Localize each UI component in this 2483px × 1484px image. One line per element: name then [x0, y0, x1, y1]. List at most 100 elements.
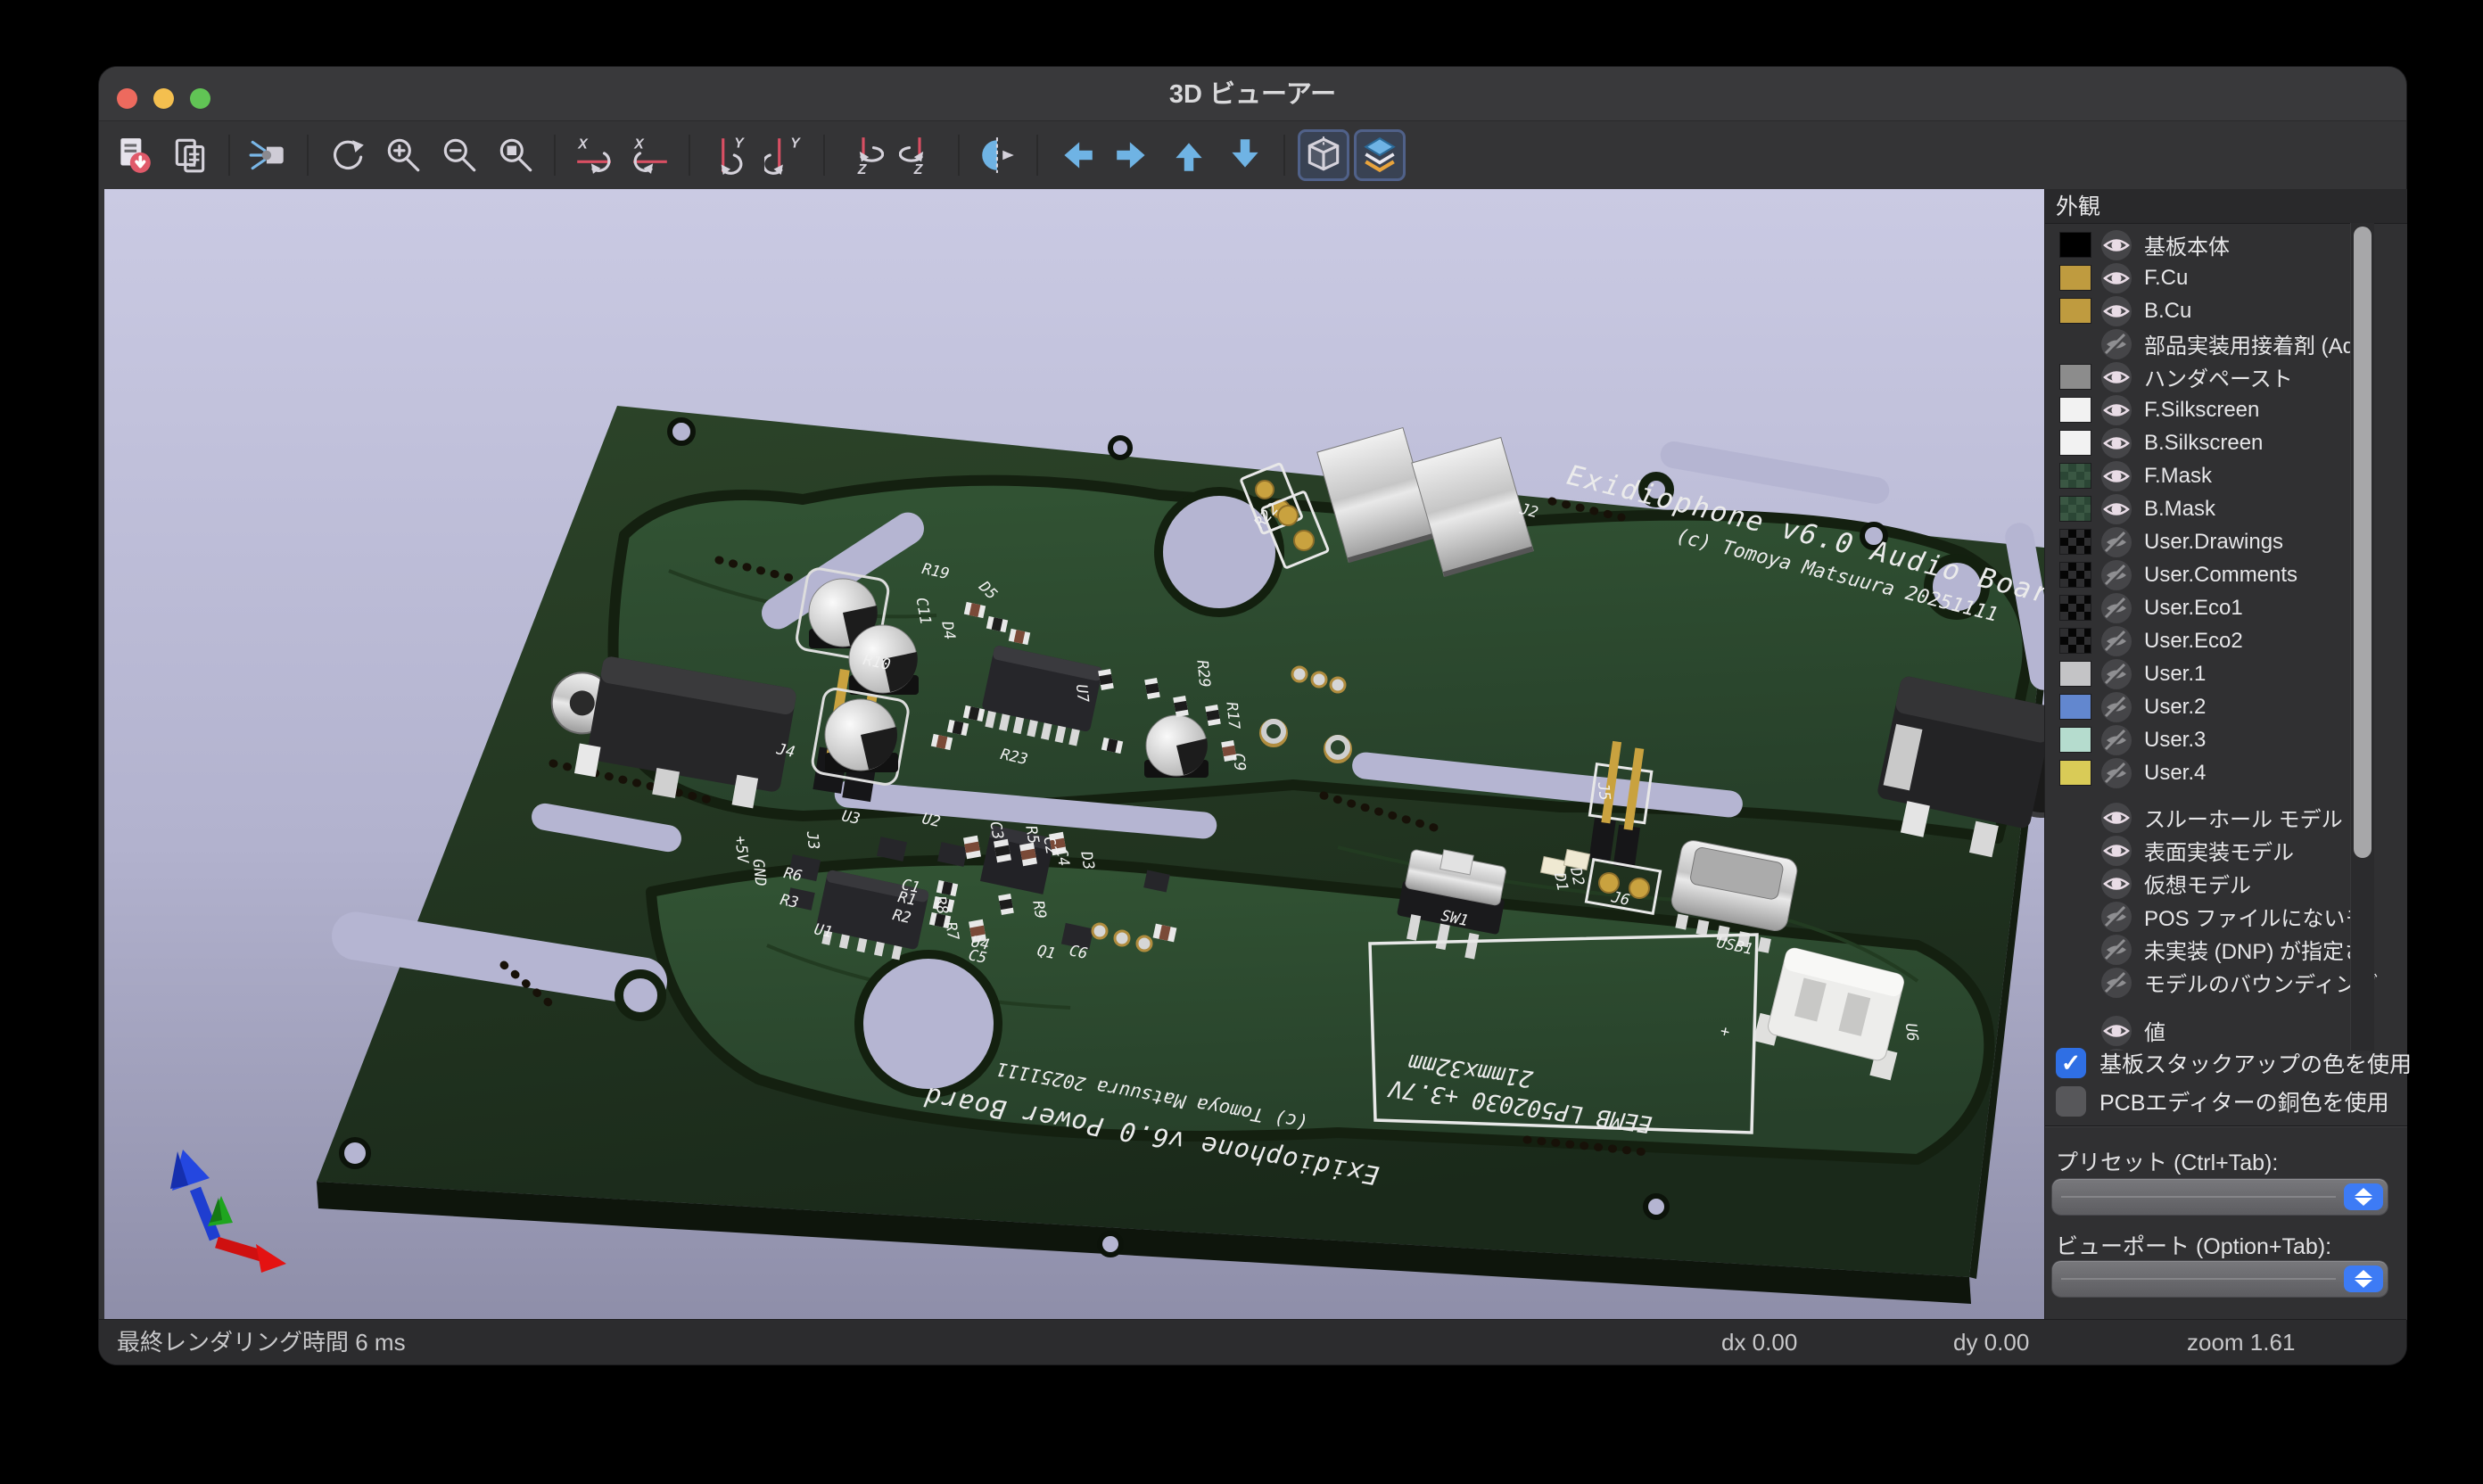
layer-color-swatch[interactable]	[2059, 430, 2091, 456]
move-left-button[interactable]	[1051, 129, 1102, 181]
render-raytracing-button[interactable]	[243, 129, 294, 181]
flip-board-button[interactable]	[972, 129, 1024, 181]
rotate-x-ccw-button[interactable]: X	[624, 129, 676, 181]
appearance-panel: 外観 基板本体 F.Cu B.Cu 部品実装用接着剤 (Adh ハンダペースト …	[2044, 189, 2407, 1320]
visibility-eye-off-icon[interactable]	[2100, 625, 2132, 657]
rotate-y-ccw-button[interactable]: Y	[759, 129, 811, 181]
toolbar-separator	[958, 135, 960, 176]
rotate-z-ccw-button[interactable]: Z	[894, 129, 945, 181]
rotate-z-cw-button[interactable]: Z	[837, 129, 889, 181]
refdes-label: R29	[1192, 659, 1213, 688]
visibility-eye-icon[interactable]	[2100, 295, 2132, 327]
arrow-down-icon	[1225, 135, 1266, 176]
refdes-label: C5	[967, 946, 988, 968]
move-up-button[interactable]	[1163, 129, 1215, 181]
3d-viewport[interactable]: Exidiophone v6.0 Audio Board (c) Tomoya …	[104, 189, 2044, 1320]
layer-color-swatch[interactable]	[2059, 661, 2091, 687]
dropdown-stepper-icon[interactable]	[2344, 1266, 2383, 1292]
rotate-x-cw-button[interactable]: X	[568, 129, 620, 181]
visibility-eye-icon[interactable]	[2100, 868, 2132, 900]
layer-color-swatch[interactable]	[2059, 595, 2091, 621]
use-pcb-copper-colors-checkbox[interactable]	[2056, 1086, 2086, 1117]
move-down-button[interactable]	[1219, 129, 1271, 181]
appearance-layers-button[interactable]	[1354, 129, 1406, 181]
visibility-eye-icon[interactable]	[2100, 460, 2132, 492]
dropdown-stepper-icon[interactable]	[2344, 1183, 2383, 1210]
layer-label: User.Comments	[2144, 563, 2297, 588]
visibility-eye-off-icon[interactable]	[2100, 691, 2132, 723]
refdes-label: C3	[986, 820, 1006, 841]
scrollbar-thumb[interactable]	[2354, 227, 2372, 858]
rotate-z-ccw-icon: Z	[899, 135, 940, 176]
orthographic-projection-button[interactable]	[1298, 129, 1349, 181]
layer-label: F.Cu	[2144, 266, 2188, 291]
layer-color-swatch[interactable]	[2059, 562, 2091, 588]
refdes-label: C6	[1068, 942, 1089, 963]
sidebar-separator	[2045, 1125, 2407, 1126]
layer-color-swatch[interactable]	[2059, 298, 2091, 324]
layer-label: モデルのバウンディング	[2144, 967, 2378, 998]
toolbar-separator	[307, 135, 309, 176]
redraw-button[interactable]	[321, 129, 373, 181]
visibility-eye-icon[interactable]	[2100, 1015, 2132, 1047]
use-stackup-colors-checkbox[interactable]	[2056, 1048, 2086, 1078]
toolbar: X X Y Y Z Z	[99, 121, 2406, 189]
layer-color-swatch[interactable]	[2059, 232, 2091, 258]
layer-color-swatch[interactable]	[2059, 529, 2091, 555]
zoom-to-fit-button[interactable]	[490, 129, 541, 181]
visibility-eye-off-icon[interactable]	[2100, 934, 2132, 966]
refdes-label: U3	[840, 807, 862, 829]
layer-color-swatch[interactable]	[2059, 463, 2091, 489]
visibility-eye-icon[interactable]	[2100, 394, 2132, 426]
visibility-eye-off-icon[interactable]	[2100, 526, 2132, 558]
layer-label: User.Eco2	[2144, 629, 2243, 654]
refdes-label: J3	[803, 829, 822, 850]
visibility-eye-icon[interactable]	[2100, 229, 2132, 261]
visibility-eye-off-icon[interactable]	[2100, 328, 2132, 360]
reload-board-icon	[113, 135, 154, 176]
visibility-eye-off-icon[interactable]	[2100, 757, 2132, 789]
refdes-label: R17	[1222, 701, 1242, 730]
reload-board-button[interactable]	[108, 129, 160, 181]
visibility-eye-off-icon[interactable]	[2100, 967, 2132, 999]
layer-label: 表面実装モデル	[2144, 835, 2294, 866]
arrow-up-icon	[1168, 135, 1209, 176]
visibility-eye-off-icon[interactable]	[2100, 724, 2132, 756]
use-pcb-copper-colors-row: PCBエディターの銅色を使用	[2056, 1085, 2389, 1117]
rotate-y-cw-button[interactable]: Y	[703, 129, 755, 181]
visibility-eye-icon[interactable]	[2100, 802, 2132, 834]
layer-color-swatch[interactable]	[2059, 496, 2091, 522]
layer-color-swatch[interactable]	[2059, 727, 2091, 753]
layer-label: B.Silkscreen	[2144, 431, 2263, 456]
viewport-dropdown[interactable]	[2052, 1261, 2388, 1297]
visibility-eye-icon[interactable]	[2100, 493, 2132, 525]
preset-dropdown[interactable]	[2052, 1179, 2388, 1215]
visibility-eye-icon[interactable]	[2100, 427, 2132, 459]
visibility-eye-off-icon[interactable]	[2100, 901, 2132, 933]
layer-color-swatch[interactable]	[2059, 265, 2091, 291]
visibility-eye-off-icon[interactable]	[2100, 592, 2132, 624]
refdes-label: U7	[1072, 683, 1092, 704]
rotate-y-cw-icon: Y	[708, 135, 749, 176]
refdes-label: U1	[813, 920, 834, 942]
layer-color-swatch[interactable]	[2059, 628, 2091, 654]
toolbar-separator	[228, 135, 230, 176]
layer-color-swatch[interactable]	[2059, 397, 2091, 423]
scrollbar-track[interactable]	[2350, 223, 2374, 1051]
layer-label: User.Drawings	[2144, 530, 2283, 555]
zoom-in-button[interactable]	[377, 129, 429, 181]
move-right-button[interactable]	[1107, 129, 1159, 181]
visibility-eye-icon[interactable]	[2100, 835, 2132, 867]
visibility-eye-off-icon[interactable]	[2100, 658, 2132, 690]
zoom-out-button[interactable]	[433, 129, 485, 181]
visibility-eye-icon[interactable]	[2100, 262, 2132, 294]
visibility-eye-icon[interactable]	[2100, 361, 2132, 393]
refdes-label: C4	[1052, 846, 1072, 868]
dy-status: dy 0.00	[1953, 1320, 2029, 1364]
layer-color-swatch[interactable]	[2059, 364, 2091, 390]
layer-label: 仮想モデル	[2144, 868, 2251, 899]
copy-image-button[interactable]	[164, 129, 216, 181]
visibility-eye-off-icon[interactable]	[2100, 559, 2132, 591]
layer-color-swatch[interactable]	[2059, 760, 2091, 786]
layer-color-swatch[interactable]	[2059, 694, 2091, 720]
